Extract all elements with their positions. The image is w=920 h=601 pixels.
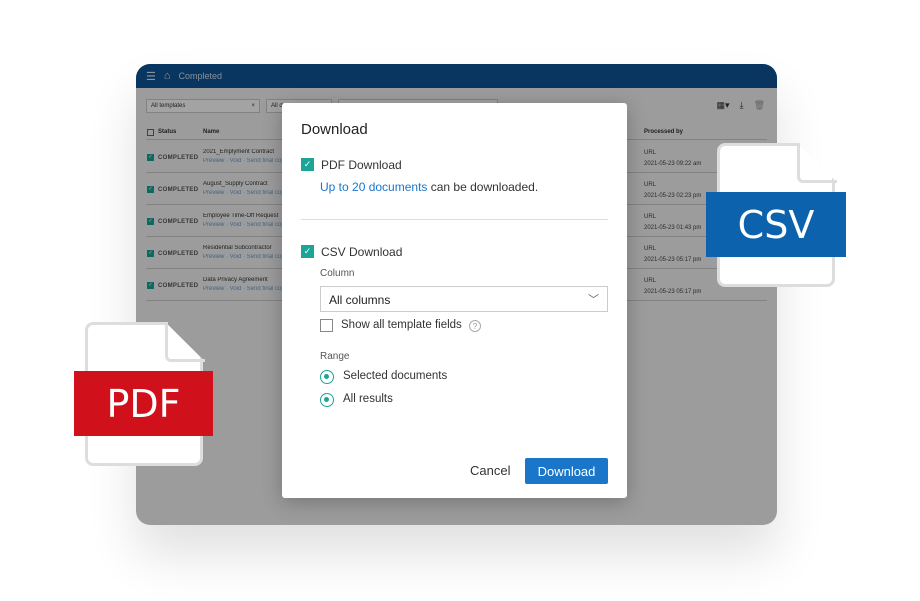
range-label: Range [320, 351, 350, 362]
column-select[interactable]: All columns ﹀ [320, 286, 608, 312]
show-template-fields-checkbox[interactable] [320, 319, 333, 332]
csv-file-fold [797, 143, 837, 183]
pdf-note: Up to 20 documents can be downloaded. [320, 180, 539, 194]
download-dialog: Download ✓ PDF Download Up to 20 documen… [282, 103, 627, 498]
cancel-button[interactable]: Cancel [470, 463, 510, 478]
pdf-download-label: PDF Download [321, 158, 402, 172]
divider [301, 219, 608, 220]
radio-selected-documents[interactable] [320, 370, 334, 384]
dialog-title: Download [301, 121, 368, 138]
column-label: Column [320, 268, 355, 279]
pdf-file-fold [165, 322, 205, 362]
show-template-fields-label: Show all template fields [341, 319, 462, 331]
chevron-down-icon: ﹀ [588, 294, 599, 306]
radio-all-results[interactable] [320, 393, 334, 407]
csv-download-checkbox[interactable]: ✓ [301, 245, 314, 258]
download-button[interactable]: Download [525, 458, 608, 484]
csv-badge: CSV [706, 192, 846, 257]
radio-label: Selected documents [343, 370, 448, 382]
documents-limit-link[interactable]: Up to 20 documents [320, 180, 427, 194]
radio-label: All results [343, 393, 393, 405]
pdf-badge: PDF [74, 371, 213, 436]
csv-download-label: CSV Download [321, 245, 403, 259]
help-icon[interactable]: ? [469, 320, 481, 332]
pdf-download-checkbox[interactable]: ✓ [301, 158, 314, 171]
